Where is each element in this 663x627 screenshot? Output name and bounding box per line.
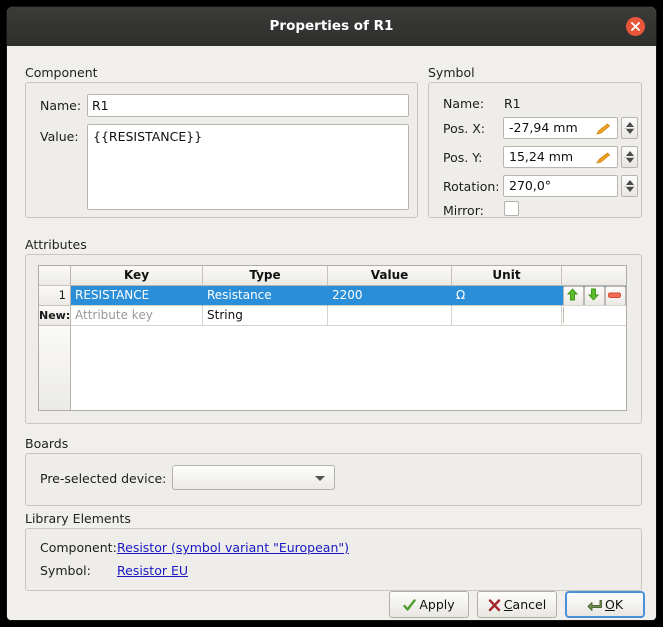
- new-key-input[interactable]: Attribute key: [71, 306, 203, 326]
- symbol-posy-label: Pos. Y:: [443, 150, 483, 165]
- new-value-input[interactable]: [328, 306, 452, 326]
- column-header-type[interactable]: Type: [203, 266, 328, 286]
- table-new-row[interactable]: New: Attribute key String: [39, 306, 626, 326]
- table-corner: [39, 266, 71, 286]
- cell-unit[interactable]: Ω: [452, 286, 562, 306]
- library-symbol-label: Symbol:: [40, 563, 91, 578]
- ok-label: OK: [604, 597, 624, 612]
- new-unit-select[interactable]: [452, 306, 562, 326]
- ok-button[interactable]: OK: [565, 591, 645, 618]
- library-component-link[interactable]: Resistor (symbol variant "European"): [117, 540, 349, 555]
- column-header-unit[interactable]: Unit: [452, 266, 562, 286]
- dialog-titlebar: Properties of R1: [7, 7, 656, 47]
- cancel-label: Cancel: [503, 597, 547, 612]
- cancel-button[interactable]: Cancel: [477, 591, 557, 618]
- new-type-select[interactable]: String: [203, 306, 328, 326]
- table-empty-area: [39, 326, 626, 410]
- symbol-posx-value: -27,94 mm: [509, 120, 578, 135]
- cross-icon: [488, 595, 501, 620]
- library-elements-group-box: [25, 528, 642, 591]
- column-header-actions: [562, 266, 626, 286]
- symbol-posx-input[interactable]: -27,94 mm: [503, 117, 618, 139]
- symbol-posy-value: 15,24 mm: [509, 149, 574, 164]
- check-icon: [403, 595, 417, 620]
- preselected-device-label: Pre-selected device:: [40, 471, 167, 486]
- row-header-filler: [39, 326, 71, 410]
- library-component-label: Component:: [40, 540, 117, 555]
- symbol-mirror-checkbox[interactable]: [504, 201, 519, 216]
- component-value-textarea[interactable]: {{RESISTANCE}}: [87, 124, 409, 210]
- boards-group-title: Boards: [25, 436, 69, 451]
- chevron-down-icon[interactable]: [315, 476, 325, 481]
- spinner-down-icon[interactable]: [626, 158, 634, 163]
- attributes-table[interactable]: Key Type Value Unit 1 RESISTANCE Resista…: [38, 265, 627, 411]
- table-row[interactable]: 1 RESISTANCE Resistance 2200 Ω: [39, 286, 626, 306]
- remove-icon[interactable]: [605, 286, 626, 305]
- cell-value[interactable]: 2200: [328, 286, 452, 306]
- symbol-posy-spinner[interactable]: [621, 146, 638, 168]
- component-value-label: Value:: [40, 129, 79, 144]
- symbol-group-title: Symbol: [428, 65, 475, 80]
- symbol-rotation-value: 270,0°: [509, 178, 552, 193]
- spinner-down-icon[interactable]: [626, 129, 634, 134]
- symbol-name-label: Name:: [443, 96, 485, 111]
- symbol-rotation-input[interactable]: 270,0°: [503, 175, 618, 197]
- symbol-posx-spinner[interactable]: [621, 117, 638, 139]
- spinner-up-icon[interactable]: [626, 122, 634, 127]
- cell-key[interactable]: RESISTANCE: [71, 286, 203, 306]
- cell-actions: [562, 286, 626, 306]
- apply-button[interactable]: Apply: [389, 591, 469, 618]
- apply-label: Apply: [419, 597, 455, 612]
- component-group-title: Component: [25, 65, 98, 80]
- attributes-group-title: Attributes: [25, 237, 87, 252]
- column-header-key[interactable]: Key: [71, 266, 203, 286]
- symbol-posy-input[interactable]: 15,24 mm: [503, 146, 618, 168]
- library-elements-group-title: Library Elements: [25, 511, 131, 526]
- spinner-up-icon[interactable]: [626, 180, 634, 185]
- pencil-icon[interactable]: [595, 122, 612, 138]
- add-icon[interactable]: [563, 307, 625, 325]
- preselected-device-select[interactable]: [172, 465, 335, 490]
- move-down-icon[interactable]: [584, 286, 605, 305]
- table-blank-cells: [71, 326, 626, 410]
- symbol-posx-label: Pos. X:: [443, 121, 485, 136]
- dialog-title: Properties of R1: [269, 18, 394, 34]
- table-header-row: Key Type Value Unit: [39, 266, 626, 286]
- new-actions: [562, 306, 626, 326]
- symbol-name-value: R1: [504, 96, 521, 111]
- symbol-rotation-label: Rotation:: [443, 179, 500, 194]
- cell-type[interactable]: Resistance: [203, 286, 328, 306]
- close-icon[interactable]: [626, 17, 645, 36]
- row-header-index[interactable]: 1: [39, 286, 71, 306]
- row-header-new: New:: [39, 306, 71, 326]
- spinner-up-icon[interactable]: [626, 151, 634, 156]
- library-symbol-link[interactable]: Resistor EU: [117, 563, 188, 578]
- component-name-label: Name:: [40, 98, 82, 113]
- properties-dialog: Properties of R1 Component Name: R1 Valu…: [7, 7, 656, 620]
- component-name-input[interactable]: R1: [87, 94, 409, 117]
- enter-arrow-icon: [587, 596, 602, 619]
- symbol-rotation-spinner[interactable]: [621, 175, 638, 197]
- move-up-icon[interactable]: [563, 286, 584, 305]
- column-header-value[interactable]: Value: [328, 266, 452, 286]
- pencil-icon[interactable]: [595, 151, 612, 167]
- spinner-down-icon[interactable]: [626, 187, 634, 192]
- symbol-mirror-label: Mirror:: [443, 203, 484, 218]
- dialog-content: Component Name: R1 Value: {{RESISTANCE}}…: [7, 46, 656, 620]
